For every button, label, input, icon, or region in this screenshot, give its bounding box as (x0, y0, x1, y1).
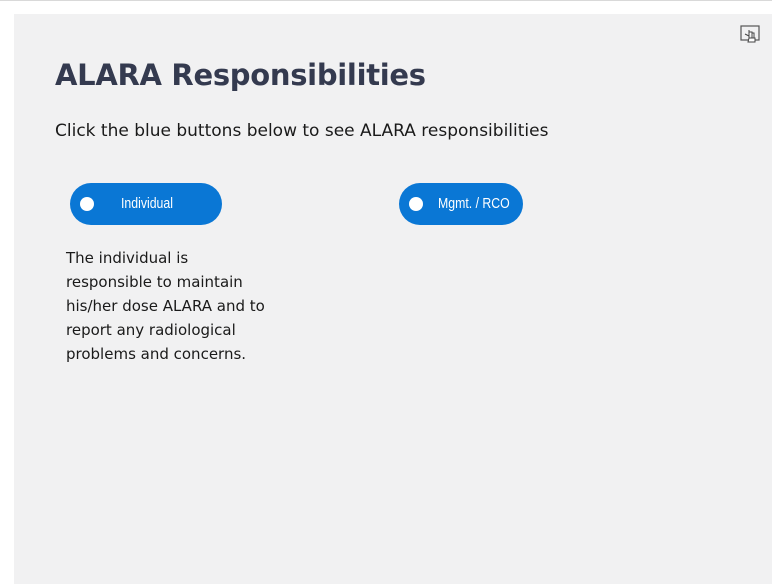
individual-button-label: Individual (121, 195, 173, 212)
individual-button[interactable]: Individual (70, 183, 222, 225)
radio-dot-icon (80, 197, 94, 211)
individual-responsibility-text: The individual is responsible to maintai… (66, 246, 316, 366)
text-line: responsible to maintain (66, 273, 243, 291)
mgmt-rco-button-label: Mgmt. / RCO (438, 195, 510, 212)
page-title: ALARA Responsibilities (55, 58, 426, 92)
text-line: The individual is (66, 249, 189, 267)
instructions-text: Click the blue buttons below to see ALAR… (55, 121, 549, 141)
player-frame: ALARA Responsibilities Click the blue bu… (0, 0, 772, 584)
top-divider (0, 0, 772, 1)
text-line: his/her dose ALARA and to (66, 297, 265, 315)
text-line: problems and concerns. (66, 345, 247, 363)
mgmt-rco-button[interactable]: Mgmt. / RCO (399, 183, 523, 225)
text-line: report any radiological (66, 321, 236, 339)
touch-hand-icon[interactable] (740, 25, 762, 45)
radio-dot-icon (409, 197, 423, 211)
